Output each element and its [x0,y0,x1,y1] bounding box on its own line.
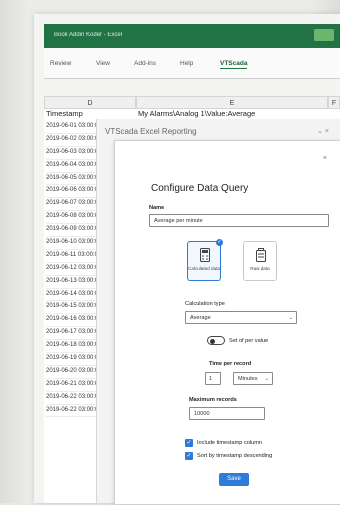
tab-review[interactable]: Review [50,60,71,67]
name-input[interactable]: Average per minute [149,214,329,227]
column-header-e[interactable]: E [136,96,328,109]
task-pane-controls-icon[interactable]: ⌄ × [317,127,329,135]
raw-data-icon [256,248,266,262]
tab-view[interactable]: View [96,60,110,67]
raw-data-caption: Raw data [250,266,270,271]
time-unit-select[interactable]: Minutes ⌄ [233,372,273,385]
calculation-type-label: Calculation type [185,301,225,307]
sort-descending-checkbox[interactable]: ✓ [185,452,193,460]
tab-help[interactable]: Help [180,60,193,67]
calculation-type-select[interactable]: Average ⌄ [185,311,297,324]
time-value-input[interactable]: 1 [205,372,221,385]
per-value-label: Set of per value [229,338,269,344]
maximum-records-label: Maximum records [189,397,237,403]
calculated-data-caption: Calculated data [188,266,220,271]
account-badge[interactable] [314,29,334,41]
cell-e-header[interactable]: My Alarms\Analog 1\Value:Average [138,109,255,118]
raw-data-option[interactable]: Raw data [243,241,277,281]
maximum-records-input[interactable]: 10000 [189,407,265,420]
calculation-type-value: Average [190,315,211,321]
column-header-d[interactable]: D [44,96,136,109]
calculator-icon [200,248,210,262]
per-value-toggle[interactable] [207,336,225,345]
chevron-down-icon: ⌄ [288,315,293,321]
time-unit-value: Minutes [238,376,258,382]
selected-check-icon: ✓ [216,239,223,246]
calculated-data-option[interactable]: Calculated data ✓ [187,239,223,281]
sort-descending-label: Sort by timestamp descending [197,453,273,459]
dialog-title: Configure Data Query [151,183,249,194]
include-timestamp-checkbox[interactable]: ✓ [185,439,193,447]
ribbon: Review View Add-ins Help VTScada [44,48,340,79]
task-pane-title: VTScada Excel Reporting [105,127,197,136]
toggle-knob [210,338,215,344]
cell-d-header[interactable]: Timestamp [46,109,83,118]
window-title: Book Addin Koder - Excel [54,32,123,38]
name-label: Name [149,205,165,211]
time-per-record-label: Time per record [209,361,252,367]
tab-add-ins[interactable]: Add-ins [134,60,156,67]
tab-vtscada[interactable]: VTScada [220,60,248,69]
column-header-f[interactable]: F [328,96,340,109]
configure-query-dialog: × Configure Data Query Name Average per … [114,140,340,505]
title-bar: Book Addin Koder - Excel [44,24,340,48]
save-button[interactable]: Save [219,473,249,486]
close-icon[interactable]: × [323,155,327,162]
chevron-down-icon: ⌄ [264,376,269,382]
include-timestamp-label: Include timestamp column [197,440,262,446]
